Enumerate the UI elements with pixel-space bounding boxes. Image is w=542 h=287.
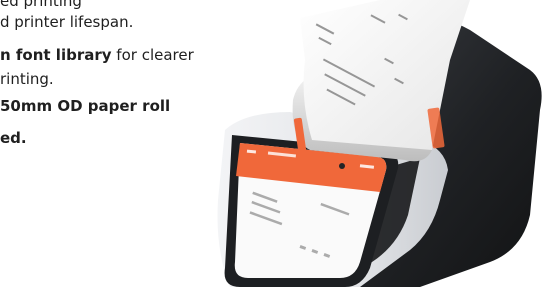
feature-line-4: rinting. — [0, 70, 54, 88]
feature-line-3-rest: for clearer — [111, 46, 194, 64]
feature-line-5: 50mm OD paper roll — [0, 97, 171, 115]
feature-line-2: d printer lifespan. — [0, 13, 134, 31]
product-image-banner: ed printing d printer lifespan. n font l… — [0, 0, 542, 287]
front-camera — [339, 163, 345, 169]
feature-line-3: n font library for clearer — [0, 45, 194, 66]
pos-terminal-illustration — [217, 0, 542, 287]
feature-line-6: ed. — [0, 129, 27, 147]
feature-line-3-bold: n font library — [0, 46, 112, 64]
feature-line-1: ed printing — [0, 0, 82, 10]
